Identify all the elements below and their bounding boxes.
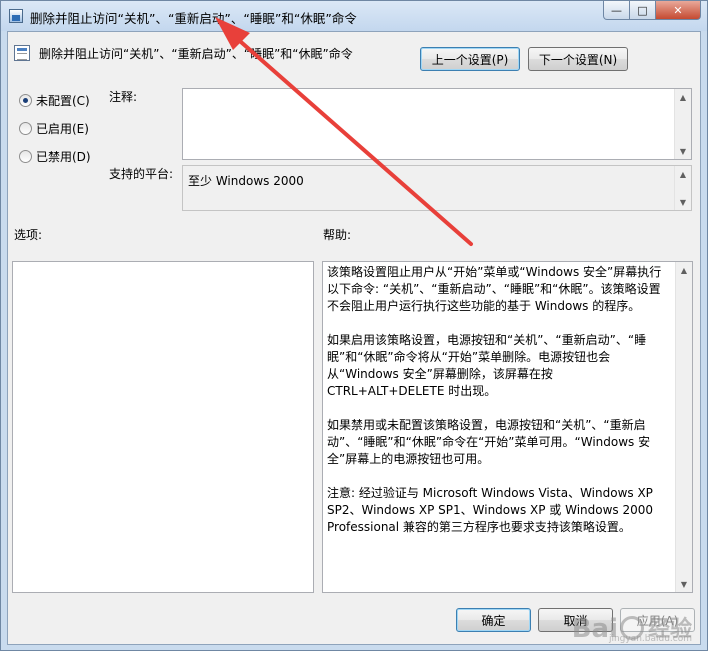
scroll-down-icon[interactable]: ▼ <box>676 576 692 592</box>
comment-textarea[interactable]: ▲ ▼ <box>182 88 692 160</box>
policy-app-icon <box>9 9 23 23</box>
previous-setting-button[interactable]: 上一个设置(P) <box>420 47 520 71</box>
policy-name: 删除并阻止访问“关机”、“重新启动”、“睡眠”和“休眠”命令 <box>39 47 353 61</box>
minimize-icon: — <box>611 3 622 17</box>
radio-disabled[interactable]: 已禁用(D) <box>19 148 91 165</box>
help-paragraph: 注意: 经过验证与 Microsoft Windows Vista、Window… <box>327 486 654 534</box>
radio-not-configured[interactable]: 未配置(C) <box>19 92 90 109</box>
dialog-window: 删除并阻止访问“关机”、“重新启动”、“睡眠”和“休眠”命令 — □ ✕ 删除并… <box>0 0 708 651</box>
next-setting-button[interactable]: 下一个设置(N) <box>528 47 628 71</box>
ok-button[interactable]: 确定 <box>456 608 531 632</box>
scroll-down-icon[interactable]: ▼ <box>675 143 691 159</box>
dialog-content: 删除并阻止访问“关机”、“重新启动”、“睡眠”和“休眠”命令 上一个设置(P) … <box>7 31 701 645</box>
options-label: 选项: <box>14 228 43 242</box>
platform-scrollbar[interactable]: ▲ ▼ <box>674 166 691 210</box>
minimize-button[interactable]: — <box>603 1 630 20</box>
close-icon: ✕ <box>673 3 683 17</box>
comment-scrollbar[interactable]: ▲ ▼ <box>674 89 691 159</box>
window-title: 删除并阻止访问“关机”、“重新启动”、“睡眠”和“休眠”命令 <box>30 11 357 26</box>
help-panel: 该策略设置阻止用户从“开始”菜单或“Windows 安全”屏幕执行以下命令: “… <box>322 261 693 593</box>
radio-indicator <box>19 150 32 163</box>
help-scrollbar[interactable]: ▲ ▼ <box>675 262 692 592</box>
scroll-down-icon[interactable]: ▼ <box>675 194 691 210</box>
help-text: 该策略设置阻止用户从“开始”菜单或“Windows 安全”屏幕执行以下命令: “… <box>327 264 670 536</box>
help-paragraph: 如果启用该策略设置，电源按钮和“关机”、“重新启动”、“睡眠”和“休眠”命令将从… <box>327 333 647 398</box>
title-bar[interactable]: 删除并阻止访问“关机”、“重新启动”、“睡眠”和“休眠”命令 — □ ✕ <box>1 1 707 31</box>
platform-field: 至少 Windows 2000 ▲ ▼ <box>182 165 692 211</box>
help-paragraph: 如果禁用或未配置该策略设置，电源按钮和“关机”、“重新启动”、“睡眠”和“休眠”… <box>327 418 651 466</box>
watermark-url: jingyan.baidu.com <box>608 634 692 644</box>
radio-indicator <box>19 94 32 107</box>
apply-button[interactable]: 应用(A) <box>620 608 695 632</box>
cancel-button[interactable]: 取消 <box>538 608 613 632</box>
window-controls: — □ ✕ <box>603 1 701 21</box>
options-panel <box>12 261 314 593</box>
help-label: 帮助: <box>323 228 352 242</box>
policy-setting-icon <box>14 45 30 61</box>
help-paragraph: 该策略设置阻止用户从“开始”菜单或“Windows 安全”屏幕执行以下命令: “… <box>327 265 662 313</box>
scroll-up-icon[interactable]: ▲ <box>675 166 691 182</box>
maximize-icon: □ <box>637 3 648 17</box>
radio-indicator <box>19 122 32 135</box>
maximize-button[interactable]: □ <box>630 1 656 20</box>
scroll-up-icon[interactable]: ▲ <box>675 89 691 105</box>
platform-value: 至少 Windows 2000 <box>188 174 304 188</box>
radio-label: 已启用(E) <box>36 122 89 136</box>
scroll-up-icon[interactable]: ▲ <box>676 262 692 278</box>
close-button[interactable]: ✕ <box>656 1 701 20</box>
platform-label: 支持的平台: <box>109 167 174 181</box>
radio-label: 已禁用(D) <box>36 150 91 164</box>
radio-enabled[interactable]: 已启用(E) <box>19 120 89 137</box>
radio-label: 未配置(C) <box>36 94 90 108</box>
comment-label: 注释: <box>109 90 138 104</box>
